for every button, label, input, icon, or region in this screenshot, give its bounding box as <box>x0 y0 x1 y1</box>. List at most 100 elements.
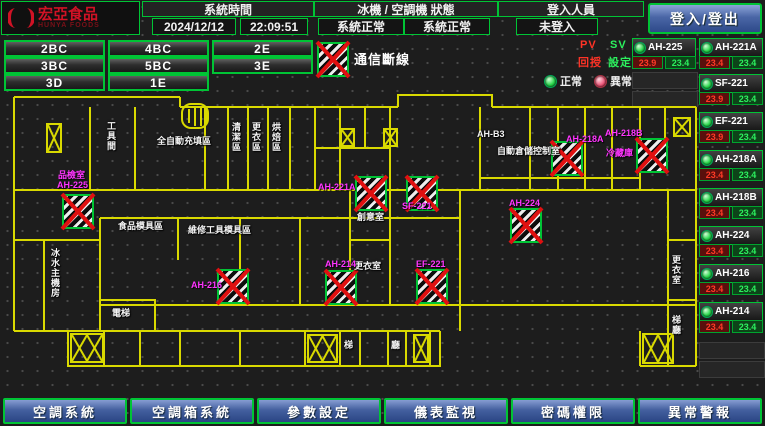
stairs-icon <box>340 128 355 147</box>
nav-button-4[interactable]: 儀表監視 <box>384 398 508 424</box>
room-label: 更衣室 <box>671 255 681 285</box>
unit-sv-value: 23.4 <box>732 282 763 295</box>
unit-button-ah-224[interactable]: AH-224 <box>699 226 763 245</box>
unit-pv-value: 23.4 <box>699 282 730 295</box>
offline-ahu-icon[interactable] <box>325 270 357 305</box>
logo-title: 宏亞食品 <box>38 8 100 22</box>
unit-button-ah-214[interactable]: AH-214 <box>699 302 763 321</box>
unit-button-ah-216[interactable]: AH-216 <box>699 264 763 283</box>
unit-pv-value: 23.4 <box>699 320 730 333</box>
unit-button-ef-221[interactable]: EF-221 <box>699 112 763 131</box>
floor-button-2e[interactable]: 2E <box>212 40 313 57</box>
room-label: 清潔區 <box>231 122 241 152</box>
nav-button-6[interactable]: 異常警報 <box>638 398 762 424</box>
unit-normal-led-icon <box>701 230 713 242</box>
unit-button-ah-218b[interactable]: AH-218B <box>699 188 763 207</box>
unit-sv-value: 23.4 <box>732 206 763 219</box>
abnormal-led-icon <box>594 75 607 88</box>
offline-ahu-icon[interactable] <box>636 138 668 173</box>
empty-slot <box>699 342 765 359</box>
offline-ahu-icon[interactable] <box>62 194 94 229</box>
login-logout-button[interactable]: 登入/登出 <box>648 3 762 34</box>
empty-slot <box>632 91 698 107</box>
system-date-value: 2024/12/12 <box>152 18 236 35</box>
empty-slot <box>632 72 698 89</box>
room-label: 食品模具區 <box>118 221 163 231</box>
stairs-icon <box>383 128 398 147</box>
unit-values-ah-216: 23.423.4 <box>699 282 763 295</box>
room-label: 梯 <box>344 340 353 350</box>
floor-button-3e[interactable]: 3E <box>212 57 313 74</box>
ahu-tag-label: AH-224 <box>509 199 540 208</box>
unit-sv-value: 23.4 <box>732 320 763 333</box>
unit-values-ah-214: 23.423.4 <box>699 320 763 333</box>
room-label: 維修工具模具區 <box>188 225 251 235</box>
unit-button-ah-221a[interactable]: AH-221A <box>699 38 763 57</box>
unit-values-ah-221a: 23.423.4 <box>699 56 763 69</box>
ahu-tag-label: 冷藏庫 <box>606 149 633 158</box>
floor-button-1e[interactable]: 1E <box>108 74 209 91</box>
nav-button-3[interactable]: 參數設定 <box>257 398 381 424</box>
legend-abnormal: 異常 <box>594 73 632 89</box>
floor-button-3d[interactable]: 3D <box>4 74 105 91</box>
unit-normal-led-icon <box>701 78 713 90</box>
ahu-tag-label: AH-218B <box>605 129 643 138</box>
unit-name: AH-224 <box>715 230 749 241</box>
logo: 宏亞食品 HUNYA FOODS <box>1 1 140 35</box>
unit-name: EF-221 <box>715 116 748 127</box>
map-symbol-icon <box>182 104 208 128</box>
floor-button-2bc[interactable]: 2BC <box>4 40 105 57</box>
room-label: 更衣室 <box>354 261 381 271</box>
unit-name: SF-221 <box>715 78 748 89</box>
room-label: 工具間 <box>106 121 116 151</box>
unit-pv-value: 23.9 <box>699 92 730 105</box>
system-time-label: 系統時間 <box>142 1 314 17</box>
floor-button-4bc[interactable]: 4BC <box>108 40 209 57</box>
nav-button-2[interactable]: 空調箱系統 <box>130 398 254 424</box>
unit-pv-value: 23.4 <box>699 56 730 69</box>
unit-pv-value: 23.9 <box>632 56 663 69</box>
login-person-label: 登入人員 <box>498 1 644 17</box>
offline-ahu-icon[interactable] <box>510 208 542 243</box>
offline-ahu-icon[interactable] <box>416 269 448 304</box>
unit-button-ah-225[interactable]: AH-225 <box>632 38 696 57</box>
unit-normal-led-icon <box>701 268 713 280</box>
offline-ahu-icon[interactable] <box>355 176 387 211</box>
floor-button-5bc[interactable]: 5BC <box>108 57 209 74</box>
unit-button-sf-221[interactable]: SF-221 <box>699 74 763 93</box>
unit-normal-led-icon <box>634 42 646 54</box>
nav-button-5[interactable]: 密碼權限 <box>511 398 635 424</box>
unit-sv-value: 23.4 <box>732 168 763 181</box>
pv-header: PV <box>580 39 597 51</box>
unit-name: AH-218B <box>715 192 757 203</box>
empty-slot <box>699 361 765 378</box>
floor-button-3bc[interactable]: 3BC <box>4 57 105 74</box>
unit-values-ah-218a: 23.423.4 <box>699 168 763 181</box>
room-label: 創意室 <box>357 212 384 222</box>
unit-normal-led-icon <box>701 306 713 318</box>
logo-subtitle: HUNYA FOODS <box>38 22 100 29</box>
unit-values-sf-221: 23.923.4 <box>699 92 763 105</box>
legend-abnormal-label: 異常 <box>610 73 632 89</box>
room-label: 廳 <box>391 340 400 350</box>
ahu-tag-label: AH-225 <box>57 181 88 190</box>
ahu-tag-label: SF-221 <box>402 202 432 211</box>
unit-values-ah-224: 23.423.4 <box>699 244 763 257</box>
unit-sv-value: 23.4 <box>732 130 763 143</box>
unit-button-ah-218a[interactable]: AH-218A <box>699 150 763 169</box>
ahu-tag-label: 品檢室 <box>58 171 85 180</box>
stairs-icon <box>673 117 691 137</box>
unit-values-ef-221: 23.923.4 <box>699 130 763 143</box>
unit-values-ah-218b: 23.423.4 <box>699 206 763 219</box>
ahu-tag-label: AH-218A <box>566 135 604 144</box>
comm-loss-legend-icon <box>317 42 349 77</box>
stairs-icon <box>413 334 429 363</box>
pv-sub-label: 回授 <box>578 54 602 70</box>
stairs-icon <box>70 333 104 363</box>
ahu-tag-label: EF-221 <box>416 260 446 269</box>
sv-sub-label: 設定 <box>608 54 632 70</box>
normal-led-icon <box>544 75 557 88</box>
nav-button-1[interactable]: 空調系統 <box>3 398 127 424</box>
room-label: 更衣區 <box>251 122 261 152</box>
room-label: 全自動充填區 <box>157 136 211 146</box>
